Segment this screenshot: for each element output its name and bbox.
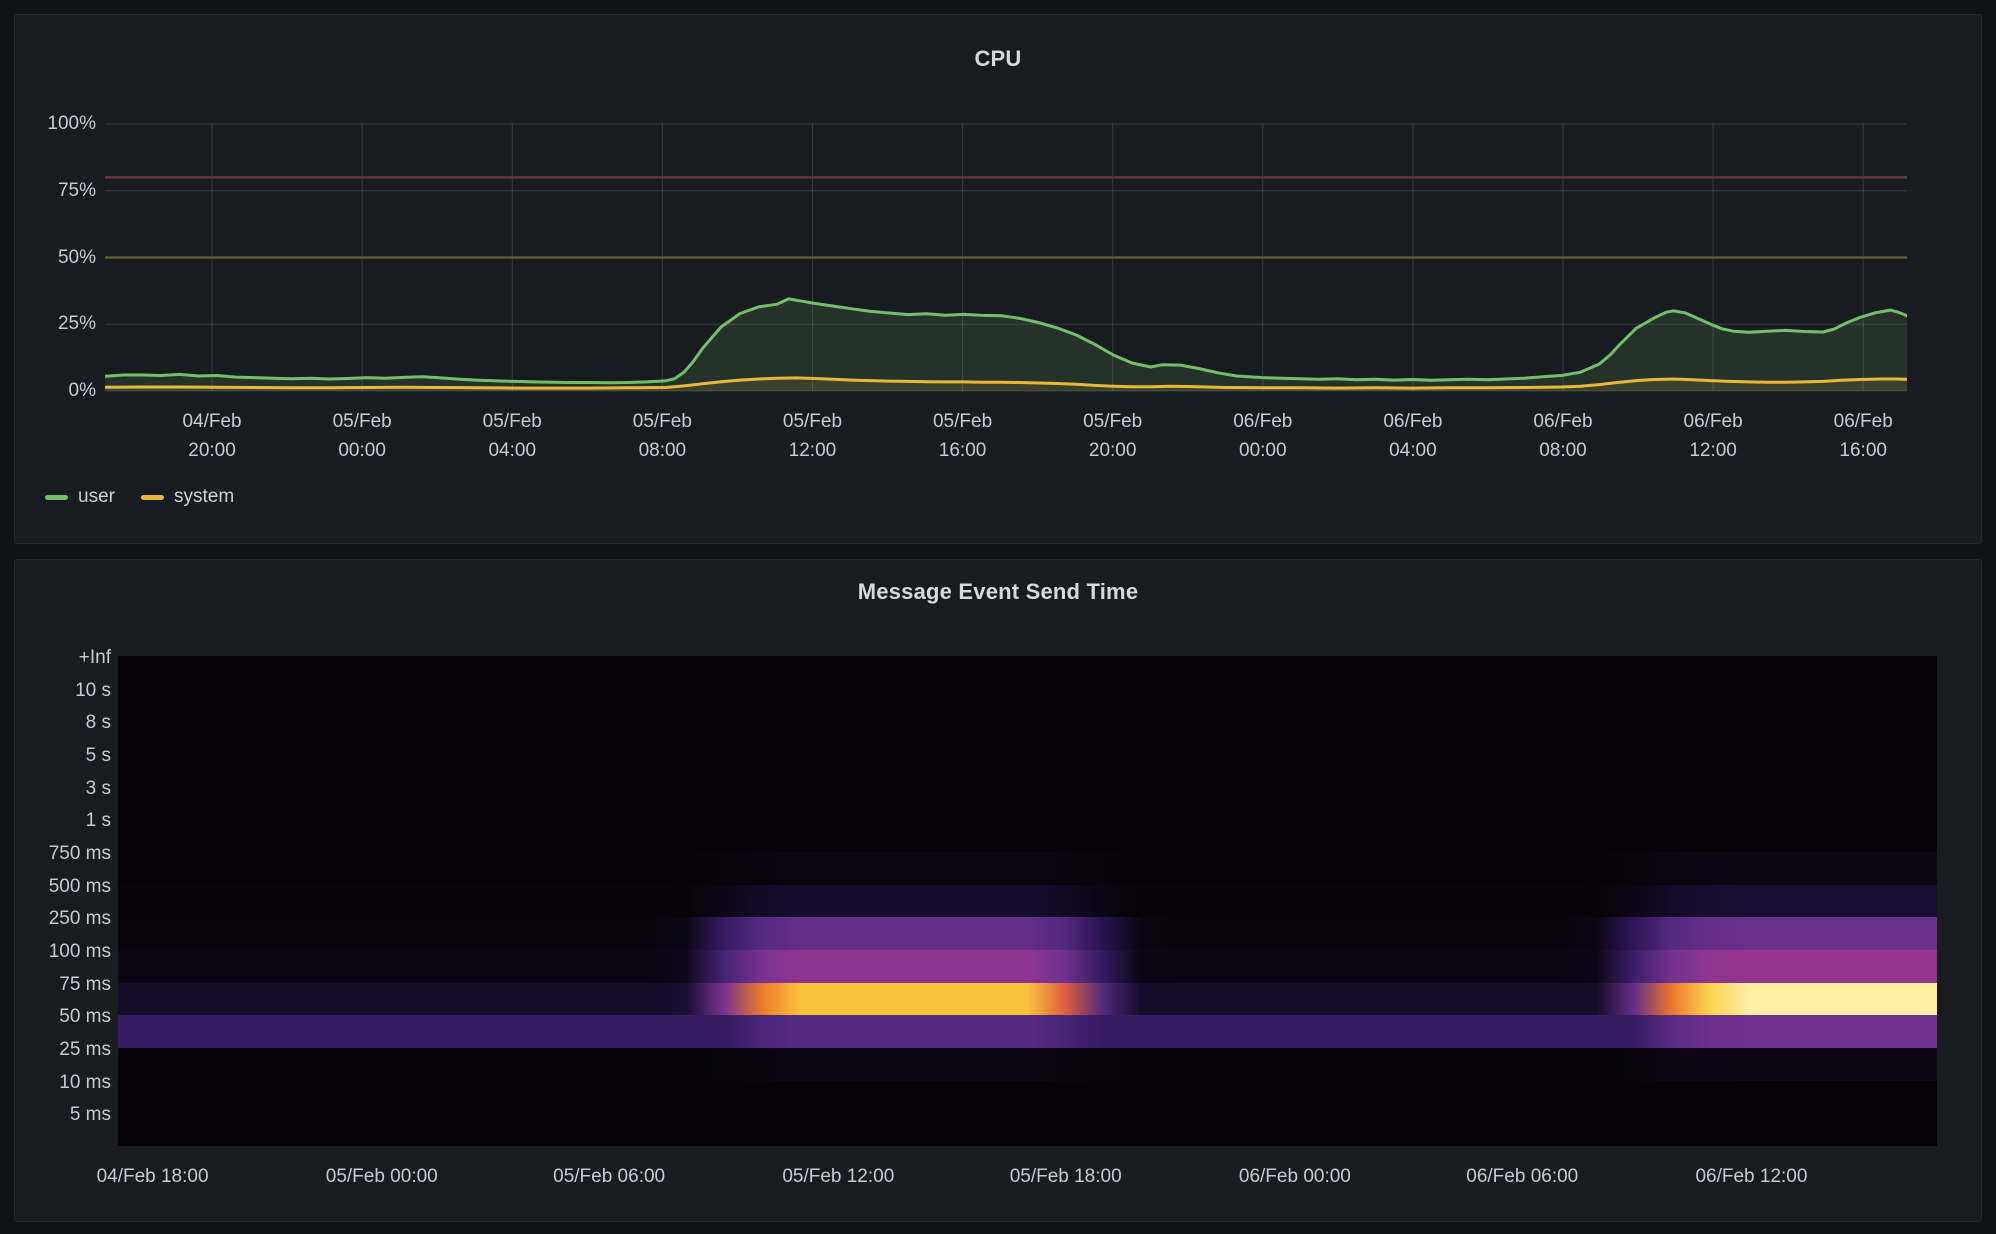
cpu-x-tick-label: 06/Feb00:00 [1198,407,1328,465]
cpu-x-tick-label: 06/Feb08:00 [1498,407,1628,465]
legend-item-user[interactable]: user [45,486,115,508]
cpu-y-tick-label: 50% [58,245,96,271]
cpu-x-tick-label: 05/Feb16:00 [898,407,1028,465]
cpu-x-tick-label: 06/Feb04:00 [1348,407,1478,465]
cpu-x-tick-label: 04/Feb20:00 [147,407,277,465]
cpu-x-axis: 04/Feb20:00 05/Feb00:00 05/Feb04:00 05/Feb0… [105,407,1907,471]
heatmap-row [118,983,1937,1016]
legend-label-user: user [78,486,115,508]
heatmap-row [118,885,1937,918]
heatmap-y-tick-label: 75 ms [59,972,111,998]
heatmap-row [118,787,1937,820]
heatmap-x-tick-label: 04/Feb 18:00 [58,1164,248,1190]
heatmap-row [118,689,1937,722]
heatmap-panel-title[interactable]: Message Event Send Time [15,578,1981,606]
cpu-y-tick-label: 100% [47,111,96,137]
cpu-x-tick-label: 06/Feb16:00 [1798,407,1928,465]
cpu-y-tick-label: 25% [58,311,96,337]
heatmap-y-tick-label: +Inf [79,645,111,671]
heatmap-y-tick-label: 10 s [75,678,111,704]
heatmap-row [118,1081,1937,1114]
heatmap-row [118,1015,1937,1048]
heatmap-y-tick-label: 500 ms [49,874,111,900]
cpu-chart-plot-area[interactable] [105,109,1907,394]
system-series-swatch-icon [141,495,164,500]
heatmap-x-axis: 04/Feb 18:0005/Feb 00:0005/Feb 06:0005/F… [118,1164,1937,1192]
heatmap-row [118,852,1937,885]
heatmap-row [118,656,1937,689]
heatmap-row [118,754,1937,787]
heatmap-row [118,1048,1937,1081]
heatmap-y-tick-label: 50 ms [59,1004,111,1030]
heatmap-y-axis: +Inf 10 s 8 s 5 s 3 s 1 s 750 ms 500 ms 250 ms 10… [15,560,111,1223]
heatmap-row [118,950,1937,983]
heatmap-y-tick-label: 5 s [86,743,111,769]
user-series-swatch-icon [45,495,68,500]
cpu-x-tick-label: 05/Feb12:00 [747,407,877,465]
heatmap-x-tick-label: 05/Feb 00:00 [287,1164,477,1190]
heatmap-y-tick-label: 250 ms [49,906,111,932]
heatmap-y-tick-label: 25 ms [59,1037,111,1063]
heatmap-y-tick-label: 3 s [86,776,111,802]
cpu-x-tick-label: 05/Feb04:00 [447,407,577,465]
cpu-panel: CPU 0% 25% 50% 75% 100% 04/Feb20:00 05/Feb00:… [14,14,1982,544]
cpu-x-tick-label: 05/Feb20:00 [1048,407,1178,465]
cpu-panel-title[interactable]: CPU [15,45,1981,73]
cpu-x-tick-label: 06/Feb12:00 [1648,407,1778,465]
cpu-y-tick-label: 0% [69,378,96,404]
cpu-y-axis: 0% 25% 50% 75% 100% [15,15,96,435]
heatmap-x-tick-label: 06/Feb 00:00 [1200,1164,1390,1190]
legend-item-system[interactable]: system [141,486,234,508]
cpu-x-tick-label: 05/Feb08:00 [597,407,727,465]
heatmap-x-tick-label: 06/Feb 06:00 [1427,1164,1617,1190]
heatmap-x-tick-label: 05/Feb 06:00 [514,1164,704,1190]
heatmap-panel: Message Event Send Time +Inf 10 s 8 s 5 s 3 … [14,559,1982,1222]
heatmap-plot-area[interactable] [118,656,1937,1146]
heatmap-row [118,819,1937,852]
heatmap-y-tick-label: 5 ms [70,1102,111,1128]
heatmap-row [118,721,1937,754]
heatmap-row [118,1113,1937,1146]
heatmap-y-tick-label: 8 s [86,710,111,736]
heatmap-x-tick-label: 05/Feb 12:00 [743,1164,933,1190]
cpu-legend: user system [45,483,234,511]
legend-label-system: system [174,486,234,508]
heatmap-y-tick-label: 1 s [86,808,111,834]
heatmap-y-tick-label: 750 ms [49,841,111,867]
cpu-y-tick-label: 75% [58,178,96,204]
cpu-x-tick-label: 05/Feb00:00 [297,407,427,465]
heatmap-y-tick-label: 10 ms [59,1070,111,1096]
heatmap-x-tick-label: 06/Feb 12:00 [1656,1164,1846,1190]
heatmap-x-tick-label: 05/Feb 18:00 [971,1164,1161,1190]
heatmap-row [118,917,1937,950]
heatmap-y-tick-label: 100 ms [49,939,111,965]
